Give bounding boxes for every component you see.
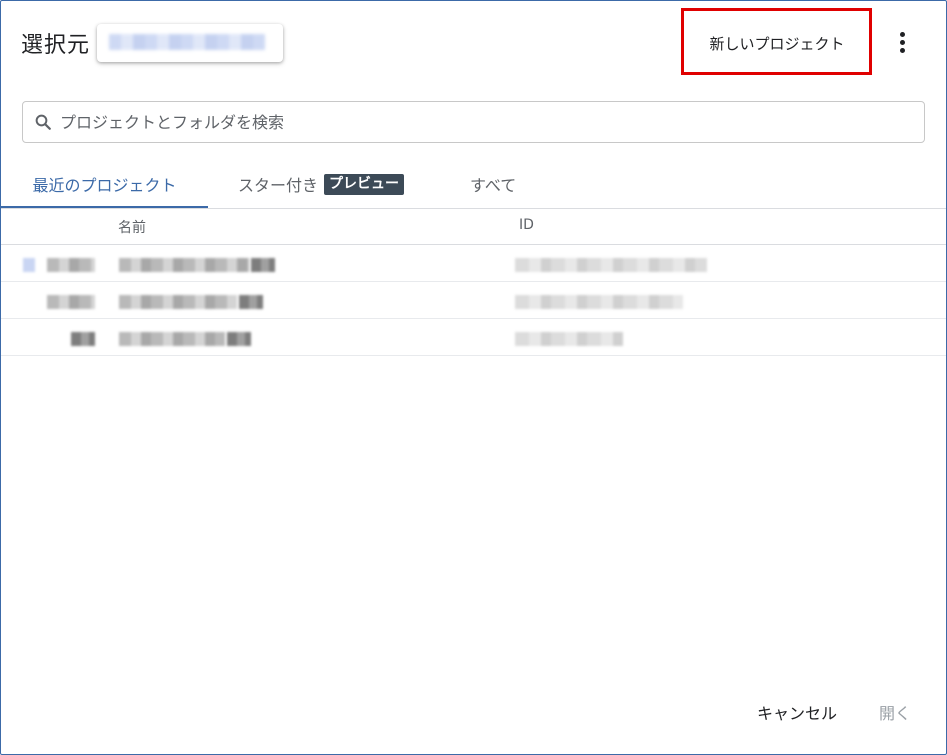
more-dot: [899, 47, 905, 53]
table-row[interactable]: [1, 319, 946, 356]
table-row[interactable]: [1, 245, 946, 282]
row-name-redacted: [119, 295, 237, 309]
cancel-button[interactable]: キャンセル: [753, 696, 841, 728]
table-header: 名前 ID: [1, 209, 946, 245]
more-dot: [899, 39, 905, 45]
tab-recent-projects[interactable]: 最近のプロジェクト: [1, 161, 208, 208]
row-id-redacted: [515, 258, 707, 272]
table-row[interactable]: [1, 282, 946, 319]
preview-badge: プレビュー: [324, 173, 405, 195]
dialog-title: 選択元: [21, 33, 91, 58]
row-name-redacted-tail: [227, 332, 251, 346]
row-id-redacted: [515, 332, 623, 346]
row-icon-redacted: [47, 258, 95, 272]
tab-bar: 最近のプロジェクト スター付き プレビュー すべて: [1, 161, 946, 209]
search-box[interactable]: [22, 101, 925, 143]
row-name-redacted-tail: [239, 295, 263, 309]
search-input[interactable]: [58, 111, 924, 133]
more-dot: [899, 31, 905, 37]
open-button[interactable]: 開く: [875, 696, 915, 728]
tab-starred[interactable]: スター付き プレビュー: [238, 161, 405, 207]
organization-selector[interactable]: [97, 24, 283, 62]
tab-starred-label: スター付き: [238, 176, 319, 195]
search-icon: [34, 113, 52, 131]
row-name-redacted-tail: [251, 258, 275, 272]
row-id-redacted: [515, 295, 683, 309]
tab-recent-label: 最近のプロジェクト: [32, 175, 177, 195]
tab-all-label: すべて: [470, 176, 517, 195]
organization-name-redacted: [109, 34, 265, 50]
tab-all[interactable]: すべて: [470, 161, 516, 207]
row-icon-redacted: [71, 332, 95, 346]
select-project-dialog: 選択元 新しいプロジェクト 最近のプロジェクト スター付き プレビュー すべて: [0, 0, 947, 755]
new-project-button[interactable]: 新しいプロジェクト: [691, 25, 863, 61]
row-icon-redacted: [47, 295, 95, 309]
column-header-name: 名前: [118, 220, 146, 236]
more-vert-icon[interactable]: [885, 25, 919, 59]
row-selection-indicator: [23, 258, 35, 272]
row-name-redacted: [119, 258, 249, 272]
column-header-id: ID: [519, 217, 534, 233]
row-name-redacted: [119, 332, 225, 346]
